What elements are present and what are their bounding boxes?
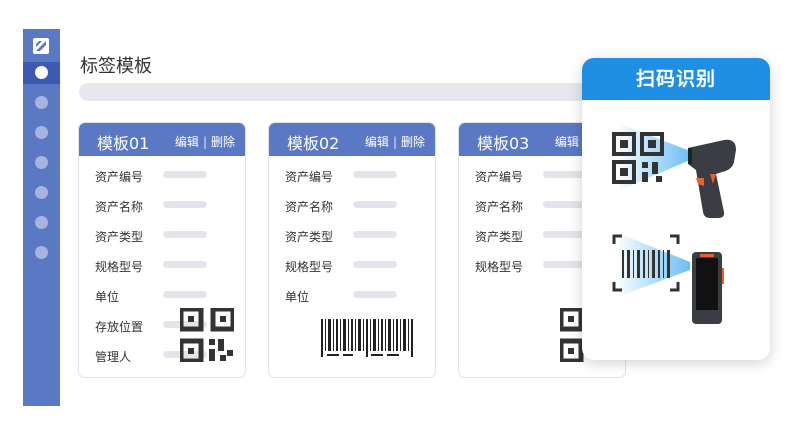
card-header: 模板01 编辑 | 删除 [79, 123, 245, 156]
dot-icon [35, 126, 48, 139]
sidebar-item-home[interactable] [23, 62, 60, 84]
field-label: 单位 [95, 290, 120, 304]
card-title: 模板02 [287, 134, 340, 153]
delete-link[interactable]: 删除 [401, 135, 425, 149]
sidebar-item[interactable] [23, 122, 60, 144]
field-label: 规格型号 [285, 260, 334, 274]
field-value-placeholder [353, 201, 397, 208]
field-label: 管理人 [95, 350, 132, 364]
card-actions: 编辑|删除 [364, 135, 425, 149]
field-label: 资产类型 [285, 230, 334, 244]
sidebar-item[interactable] [23, 242, 60, 264]
qr-scanner-gun-icon [612, 124, 736, 218]
field-value-placeholder [353, 291, 397, 298]
dot-icon [35, 156, 48, 169]
field-label: 单位 [285, 290, 310, 304]
field-value-placeholder [163, 261, 207, 268]
dot-icon [35, 216, 48, 229]
field-value-placeholder [543, 231, 587, 238]
template-card: 模板02 编辑 | 删除 资产编号 资产名称 资产类型 规格型号 单位 [268, 122, 436, 378]
scan-panel-title: 扫码识别 [582, 58, 770, 100]
sidebar [23, 29, 60, 406]
card-header: 模板02 编辑 | 删除 [269, 123, 435, 156]
field-value-placeholder [163, 171, 207, 178]
delete-link[interactable]: 删除 [211, 135, 235, 149]
edit-link[interactable]: 编辑 [555, 135, 579, 149]
card-title: 模板01 [97, 134, 150, 153]
barcode-icon [321, 319, 413, 357]
sidebar-item[interactable] [23, 92, 60, 114]
dot-icon [35, 96, 48, 109]
field-label: 资产名称 [285, 200, 334, 214]
field-label: 存放位置 [95, 320, 144, 334]
logo-icon [33, 38, 49, 54]
field-label: 资产名称 [95, 200, 144, 214]
card-actions: 编辑|删除 [174, 135, 235, 149]
barcode-handheld-terminal-icon [612, 234, 724, 324]
field-value-placeholder [353, 171, 397, 178]
field-label: 规格型号 [475, 260, 524, 274]
card-title: 模板03 [477, 134, 530, 153]
field-label: 资产名称 [475, 200, 524, 214]
field-label: 资产类型 [475, 230, 524, 244]
field-label: 资产编号 [285, 170, 334, 184]
edit-link[interactable]: 编辑 [365, 135, 389, 149]
field-label: 资产编号 [475, 170, 524, 184]
field-value-placeholder [163, 201, 207, 208]
field-value-placeholder [163, 291, 207, 298]
edit-link[interactable]: 编辑 [175, 135, 199, 149]
field-value-placeholder [353, 231, 397, 238]
page-title: 标签模板 [80, 56, 152, 77]
sidebar-item[interactable] [23, 152, 60, 174]
scan-panel: 扫码识别 [582, 58, 770, 360]
field-value-placeholder [543, 201, 587, 208]
dot-icon [35, 66, 48, 79]
field-value-placeholder [543, 261, 587, 268]
template-card: 模板01 编辑 | 删除 资产编号 资产名称 资产类型 规格型号 单位 存放位置 管… [78, 122, 246, 378]
field-value-placeholder [353, 261, 397, 268]
field-label: 规格型号 [95, 260, 144, 274]
qr-code-icon [180, 308, 234, 362]
sidebar-item[interactable] [23, 212, 60, 234]
dot-icon [35, 186, 48, 199]
sidebar-item[interactable] [23, 182, 60, 204]
field-value-placeholder [163, 231, 207, 238]
dot-icon [35, 246, 48, 259]
field-value-placeholder [543, 171, 587, 178]
field-label: 资产编号 [95, 170, 144, 184]
field-label: 资产类型 [95, 230, 144, 244]
